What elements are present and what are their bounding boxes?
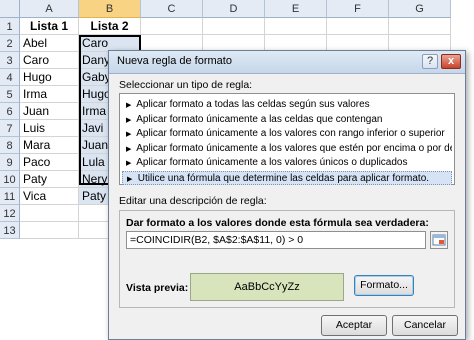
triangle-right-icon: ▶ — [126, 160, 132, 167]
cell-a6[interactable]: Juan — [20, 103, 79, 120]
cell-e1[interactable] — [265, 18, 327, 35]
select-all-corner[interactable] — [0, 0, 20, 18]
rule-type-label: Utilice una fórmula que determine las ce… — [135, 172, 430, 184]
row-header-3[interactable]: 3 — [0, 52, 20, 69]
format-preview: AaBbCcYyZz — [190, 273, 344, 301]
cell-a11[interactable]: Vica — [20, 188, 79, 205]
triangle-right-icon: ▶ — [127, 175, 133, 183]
row-header-5[interactable]: 5 — [0, 86, 20, 103]
range-picker-button[interactable] — [430, 231, 448, 249]
row-header-1[interactable]: 1 — [0, 18, 20, 35]
cell-a1[interactable]: Lista 1 — [20, 18, 79, 35]
row-header-9[interactable]: 9 — [0, 154, 20, 171]
format-button[interactable]: Formato... — [354, 275, 414, 296]
cell-a10[interactable]: Paty — [20, 171, 79, 188]
close-button[interactable]: x — [441, 54, 461, 69]
cell-a9[interactable]: Paco — [20, 154, 79, 171]
cell-c1[interactable] — [141, 18, 203, 35]
formula-label: Dar formato a los valores donde esta fór… — [126, 217, 429, 229]
triangle-right-icon: ▶ — [126, 116, 132, 124]
cell-b1[interactable]: Lista 2 — [79, 18, 141, 35]
triangle-right-icon: ▶ — [126, 102, 132, 109]
column-header-g[interactable]: G — [389, 0, 451, 18]
cell-a7[interactable]: Luis — [20, 120, 79, 137]
row-header-2[interactable]: 2 — [0, 35, 20, 52]
triangle-right-icon: ▶ — [126, 131, 132, 138]
column-header-d[interactable]: D — [203, 0, 265, 18]
rule-type-label: Aplicar formato únicamente a los valores… — [134, 128, 445, 139]
cell-a12[interactable] — [20, 205, 79, 222]
cell-a2[interactable]: Abel — [20, 35, 79, 52]
edit-description-label: Editar una descripción de regla: — [119, 195, 267, 207]
row-header-7[interactable]: 7 — [0, 120, 20, 137]
row-header-10[interactable]: 10 — [0, 171, 20, 188]
rule-type-item[interactable]: ▶ Aplicar formato únicamente a las celda… — [122, 113, 452, 127]
dialog-titlebar[interactable]: Nueva regla de formato ? x — [109, 51, 465, 74]
cell-a8[interactable]: Mara — [20, 137, 79, 154]
collapse-dialog-icon — [432, 234, 446, 246]
cell-a5[interactable]: Irma — [20, 86, 79, 103]
cell-g1[interactable] — [389, 18, 451, 35]
select-rule-type-label: Seleccionar un tipo de regla: — [119, 79, 253, 91]
row-header-13[interactable]: 13 — [0, 222, 20, 239]
rule-type-label: Aplicar formato únicamente a las celdas … — [134, 113, 383, 125]
rule-type-label: Aplicar formato a todas las celdas según… — [134, 99, 370, 110]
row-header-8[interactable]: 8 — [0, 137, 20, 154]
rule-type-label: Aplicar formato únicamente a los valores… — [134, 157, 408, 168]
rule-type-item[interactable]: ▶ Aplicar formato únicamente a los valor… — [122, 127, 452, 141]
new-format-rule-dialog: Nueva regla de formato ? x Seleccionar u… — [108, 50, 466, 340]
cell-f1[interactable] — [327, 18, 389, 35]
preview-label: Vista previa: — [126, 282, 189, 294]
dialog-title: Nueva regla de formato — [117, 55, 232, 67]
rule-type-label: Aplicar formato únicamente a los valores… — [136, 142, 452, 154]
rule-type-item[interactable]: ▶ Aplicar formato únicamente a los valor… — [122, 156, 452, 170]
help-button[interactable]: ? — [422, 54, 438, 69]
column-header-f[interactable]: F — [327, 0, 389, 18]
column-header-c[interactable]: C — [141, 0, 203, 18]
row-header-4[interactable]: 4 — [0, 69, 20, 86]
cell-d1[interactable] — [203, 18, 265, 35]
row-header-11[interactable]: 11 — [0, 188, 20, 205]
cell-a13[interactable] — [20, 222, 79, 239]
cell-a3[interactable]: Caro — [20, 52, 79, 69]
cell-a4[interactable]: Hugo — [20, 69, 79, 86]
ok-button[interactable]: Aceptar — [321, 315, 387, 336]
rule-description-panel: Dar formato a los valores donde esta fór… — [119, 210, 455, 308]
column-header-a[interactable]: A — [20, 0, 79, 18]
formula-input[interactable]: =COINCIDIR(B2, $A$2:$A$11, 0) > 0 — [126, 231, 426, 249]
rule-type-item[interactable]: ▶ Aplicar formato únicamente a los valor… — [122, 142, 452, 156]
row-header-6[interactable]: 6 — [0, 103, 20, 120]
rule-type-item[interactable]: ▶ Utilice una fórmula que determine las … — [122, 170, 452, 185]
column-header-e[interactable]: E — [265, 0, 327, 18]
triangle-right-icon: ▶ — [126, 145, 132, 153]
cancel-button[interactable]: Cancelar — [392, 315, 458, 336]
row-header-12[interactable]: 12 — [0, 205, 20, 222]
column-header-b[interactable]: B — [79, 0, 141, 18]
rule-type-item[interactable]: ▶ Aplicar formato a todas las celdas seg… — [122, 98, 452, 112]
rule-type-list[interactable]: ▶ Aplicar formato a todas las celdas seg… — [119, 93, 455, 185]
